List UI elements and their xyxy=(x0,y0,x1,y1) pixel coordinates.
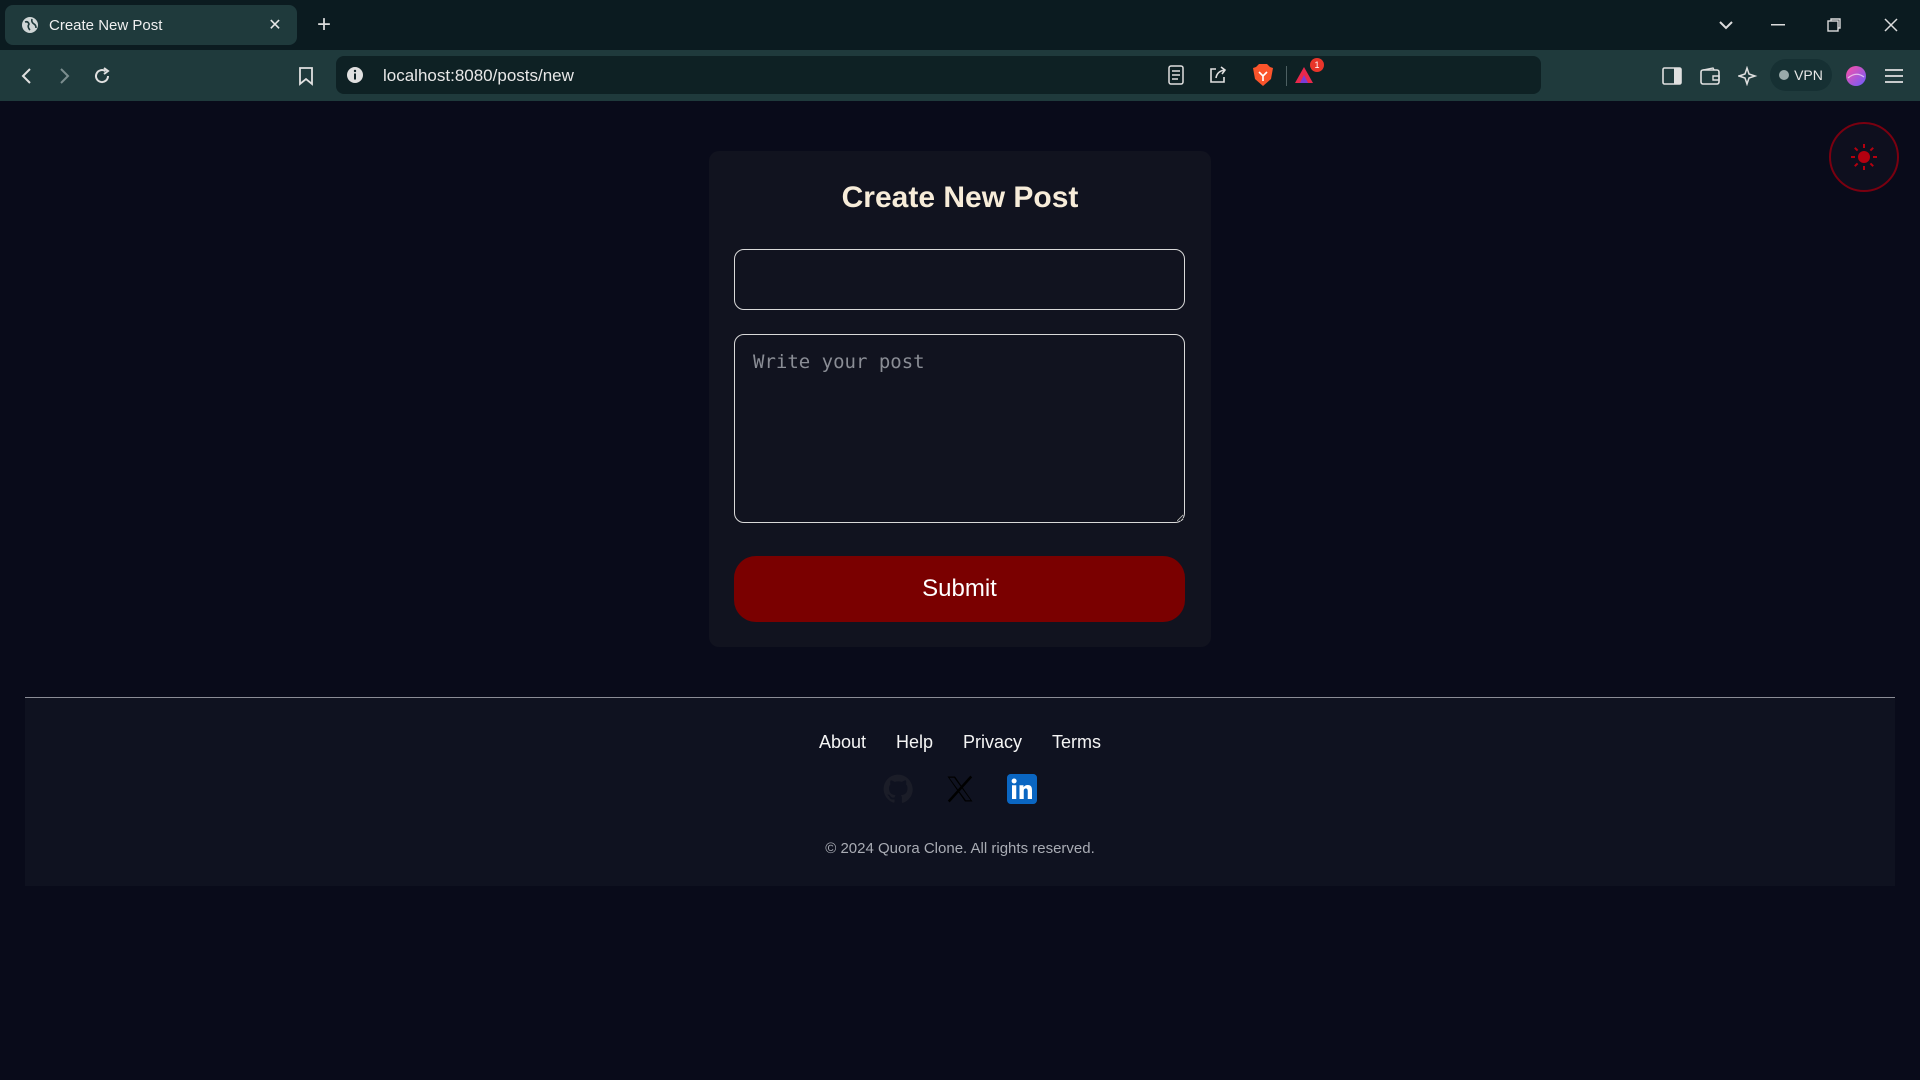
minimize-icon[interactable] xyxy=(1763,12,1793,38)
site-footer: About Help Privacy Terms © 2024 Quora Cl… xyxy=(25,697,1895,886)
globe-icon xyxy=(22,17,38,33)
profile-avatar-icon[interactable] xyxy=(1842,62,1870,90)
create-post-card: Create New Post Submit xyxy=(709,151,1211,647)
footer-link-about[interactable]: About xyxy=(819,732,866,753)
leo-ai-icon[interactable] xyxy=(1734,62,1762,90)
social-links xyxy=(25,773,1895,805)
wallet-icon[interactable] xyxy=(1696,62,1724,90)
bookmark-icon[interactable] xyxy=(292,62,320,90)
forward-icon[interactable] xyxy=(50,62,78,90)
site-info-icon[interactable] xyxy=(346,66,364,84)
copyright-text: © 2024 Quora Clone. All rights reserved. xyxy=(825,840,1095,857)
page-title: Create New Post xyxy=(841,181,1079,214)
browser-toolbar: localhost:8080/posts/new 1 VPN xyxy=(0,50,1920,101)
reader-mode-icon[interactable] xyxy=(1162,61,1190,89)
sun-icon xyxy=(1851,144,1877,170)
footer-link-help[interactable]: Help xyxy=(896,732,933,753)
x-icon[interactable] xyxy=(944,773,976,805)
back-icon[interactable] xyxy=(13,62,41,90)
footer-link-privacy[interactable]: Privacy xyxy=(963,732,1022,753)
brave-shield-icon[interactable] xyxy=(1249,61,1277,89)
footer-link-terms[interactable]: Terms xyxy=(1052,732,1101,753)
linkedin-icon[interactable] xyxy=(1006,773,1038,805)
post-body-textarea[interactable] xyxy=(734,334,1185,523)
restore-icon[interactable] xyxy=(1819,12,1849,38)
tab-close-icon[interactable]: ✕ xyxy=(265,15,285,35)
close-window-icon[interactable] xyxy=(1876,12,1906,38)
vpn-status-icon xyxy=(1779,70,1790,80)
vpn-label: VPN xyxy=(1794,67,1823,83)
theme-toggle-button[interactable] xyxy=(1829,122,1899,192)
tab-title: Create New Post xyxy=(49,16,163,34)
post-title-input[interactable] xyxy=(734,249,1185,310)
browser-tabbar: Create New Post ✕ + xyxy=(0,0,1920,50)
address-bar[interactable]: localhost:8080/posts/new 1 xyxy=(336,56,1541,94)
footer-links: About Help Privacy Terms xyxy=(25,732,1895,753)
urlbar-divider xyxy=(1286,66,1287,86)
submit-button[interactable]: Submit xyxy=(734,556,1185,622)
share-icon[interactable] xyxy=(1204,61,1232,89)
reload-icon[interactable] xyxy=(88,62,116,90)
url-text: localhost:8080/posts/new xyxy=(383,66,574,85)
sidebar-icon[interactable] xyxy=(1658,62,1686,90)
new-tab-icon[interactable]: + xyxy=(313,12,335,38)
brave-rewards-icon[interactable]: 1 xyxy=(1292,58,1324,89)
menu-icon[interactable] xyxy=(1880,62,1908,90)
browser-tab-active[interactable]: Create New Post ✕ xyxy=(5,5,297,45)
notification-badge: 1 xyxy=(1310,58,1324,72)
tab-list-chevron-icon[interactable] xyxy=(1711,12,1741,38)
github-icon[interactable] xyxy=(882,773,914,805)
vpn-button[interactable]: VPN xyxy=(1770,59,1832,91)
